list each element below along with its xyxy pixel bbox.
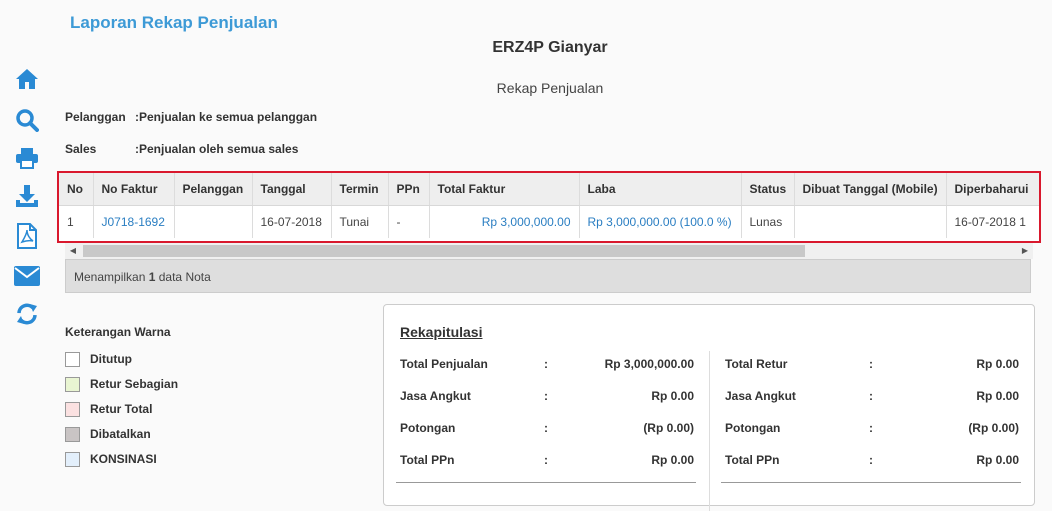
cell-dibuat — [794, 205, 947, 238]
page-title: Laporan Rekap Penjualan — [70, 13, 278, 32]
col-header-no[interactable]: No — [59, 173, 94, 206]
rekap-right-value: (Rp 0.00) — [968, 421, 1019, 435]
col-header-status[interactable]: Status — [741, 173, 795, 206]
report-subtitle: Rekap Penjualan — [496, 80, 604, 96]
col-header-ppn[interactable]: PPn — [388, 173, 430, 206]
cell-termin: Tunai — [331, 205, 389, 238]
legend-label: Retur Sebagian — [90, 377, 179, 391]
col-header-diperbaharui[interactable]: Diperbaharui — [946, 173, 1039, 206]
record-count-bar: Menampilkan 1 data Nota — [65, 259, 1031, 293]
col-header-total-faktur[interactable]: Total Faktur — [429, 173, 580, 206]
email-icon[interactable] — [13, 262, 41, 290]
rekap-right-sep: : — [869, 389, 873, 403]
col-header-termin[interactable]: Termin — [331, 173, 389, 206]
legend-title: Keterangan Warna — [65, 325, 171, 339]
rekap-right-label: Jasa Angkut — [725, 389, 796, 403]
rekap-column-divider — [709, 351, 710, 511]
rekap-left-value: (Rp 0.00) — [643, 421, 694, 435]
rekap-left-sep: : — [544, 357, 548, 371]
search-icon[interactable] — [13, 106, 41, 134]
pdf-icon[interactable] — [13, 222, 41, 250]
rekap-right-total-line — [721, 482, 1021, 483]
rekap-left-sep: : — [544, 421, 548, 435]
company-name: ERZ4P Gianyar — [492, 39, 608, 56]
record-count-number: 1 — [148, 270, 156, 284]
rekap-left-label: Total PPn — [400, 453, 455, 467]
cell-no: 1 — [59, 205, 94, 238]
legend-swatch-retur-total — [65, 402, 80, 417]
rekap-left-value: Rp 3,000,000.00 — [604, 357, 694, 371]
cell-laba-link[interactable]: Rp 3,000,000.00 (100.0 %) — [579, 205, 742, 238]
rekap-right-label: Total Retur — [725, 357, 788, 371]
col-header-dibuat[interactable]: Dibuat Tanggal (Mobile) — [794, 173, 947, 206]
rekap-left-total-line — [396, 482, 696, 483]
cell-diperbaharui: 16-07-2018 1 — [946, 205, 1039, 238]
scroll-thumb[interactable] — [83, 245, 805, 257]
sales-label: Sales — [65, 142, 97, 156]
cell-pelanggan — [174, 205, 253, 238]
rekap-right-value: Rp 0.00 — [976, 389, 1019, 403]
scroll-left-icon[interactable]: ◀ — [67, 245, 79, 257]
cell-status: Lunas — [741, 205, 795, 238]
sales-table-container: No No Faktur Pelanggan Tanggal Termin PP… — [57, 171, 1041, 243]
table-row[interactable]: 1 J0718-1692 16-07-2018 Tunai - Rp 3,000… — [59, 205, 1039, 238]
col-header-pelanggan[interactable]: Pelanggan — [174, 173, 253, 206]
rekap-left-value: Rp 0.00 — [651, 389, 694, 403]
rekap-right-sep: : — [869, 453, 873, 467]
cell-no-faktur-link[interactable]: J0718-1692 — [93, 205, 175, 238]
col-header-no-faktur[interactable]: No Faktur — [93, 173, 175, 206]
sales-table: No No Faktur Pelanggan Tanggal Termin PP… — [59, 173, 1039, 238]
legend-swatch-dibatalkan — [65, 427, 80, 442]
legend-label: Dibatalkan — [90, 427, 151, 441]
cell-tanggal: 16-07-2018 — [252, 205, 332, 238]
rekap-right-sep: : — [869, 357, 873, 371]
rekap-left-value: Rp 0.00 — [651, 453, 694, 467]
rekapitulasi-panel: Rekapitulasi Total Penjualan : Rp 3,000,… — [383, 304, 1035, 511]
rekap-left-label: Total Penjualan — [400, 357, 488, 371]
cell-total-faktur-link[interactable]: Rp 3,000,000.00 — [429, 205, 580, 238]
download-icon[interactable] — [13, 182, 41, 210]
rekap-right-sep: : — [869, 421, 873, 435]
pelanggan-label: Pelanggan — [65, 110, 126, 124]
sales-value: :Penjualan oleh semua sales — [135, 142, 299, 156]
record-count-suffix: data Nota — [158, 270, 211, 284]
rekap-right-value: Rp 0.00 — [976, 357, 1019, 371]
legend-swatch-ditutup — [65, 352, 80, 367]
rekapitulasi-title: Rekapitulasi — [400, 324, 483, 340]
rekap-right-value: Rp 0.00 — [976, 453, 1019, 467]
record-count-prefix: Menampilkan — [74, 270, 146, 284]
pelanggan-value: :Penjualan ke semua pelanggan — [135, 110, 318, 124]
legend-swatch-retur-sebagian — [65, 377, 80, 392]
rekap-left-sep: : — [544, 389, 548, 403]
rekap-left-label: Potongan — [400, 421, 456, 435]
col-header-laba[interactable]: Laba — [579, 173, 742, 206]
rekap-right-label: Total PPn — [725, 453, 780, 467]
print-icon[interactable] — [13, 144, 41, 172]
legend-label: KONSINASI — [90, 452, 157, 466]
refresh-icon[interactable] — [13, 300, 41, 328]
legend-label: Ditutup — [90, 352, 132, 366]
rekap-left-label: Jasa Angkut — [400, 389, 471, 403]
cell-ppn: - — [388, 205, 430, 238]
scroll-right-icon[interactable]: ▶ — [1019, 245, 1031, 257]
rekap-left-sep: : — [544, 453, 548, 467]
legend-swatch-konsinasi — [65, 452, 80, 467]
rekap-right-label: Potongan — [725, 421, 781, 435]
table-horizontal-scrollbar[interactable]: ◀ ▶ — [65, 243, 1033, 259]
col-header-tanggal[interactable]: Tanggal — [252, 173, 332, 206]
sidebar — [0, 0, 52, 486]
table-header-row: No No Faktur Pelanggan Tanggal Termin PP… — [59, 173, 1039, 206]
legend-label: Retur Total — [90, 402, 153, 416]
